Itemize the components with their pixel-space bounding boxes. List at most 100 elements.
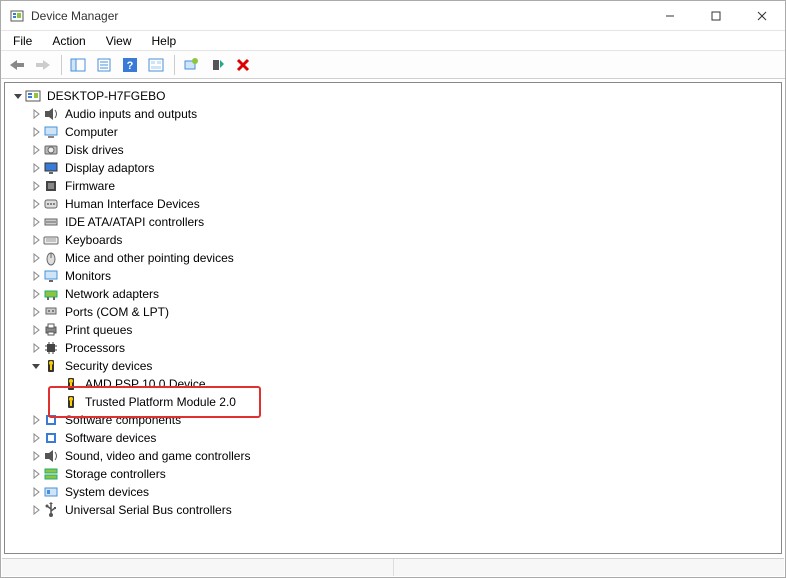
window-controls <box>647 1 785 30</box>
chevron-right-icon[interactable] <box>29 323 43 337</box>
tree-category-label: Network adapters <box>63 286 161 302</box>
tree-category-label: Mice and other pointing devices <box>63 250 236 266</box>
svg-text:?: ? <box>127 60 134 72</box>
storage-icon <box>43 466 59 482</box>
disk-icon <box>43 142 59 158</box>
monitor-icon <box>43 268 59 284</box>
chevron-right-icon[interactable] <box>29 449 43 463</box>
chevron-down-icon[interactable] <box>11 89 25 103</box>
chevron-right-icon[interactable] <box>29 413 43 427</box>
tree-category[interactable]: IDE ATA/ATAPI controllers <box>7 213 779 231</box>
toolbar-properties-button[interactable] <box>92 54 116 76</box>
tree-category[interactable]: Computer <box>7 123 779 141</box>
cpu-icon <box>43 340 59 356</box>
chevron-right-icon[interactable] <box>29 179 43 193</box>
tree-root[interactable]: DESKTOP-H7FGEBO <box>7 87 779 105</box>
chevron-right-icon[interactable] <box>29 341 43 355</box>
tree-category-label: Keyboards <box>63 232 124 248</box>
tree-category[interactable]: Security devices <box>7 357 779 375</box>
chevron-right-icon[interactable] <box>29 161 43 175</box>
chevron-right-icon[interactable] <box>29 251 43 265</box>
device-tree[interactable]: DESKTOP-H7FGEBO Audio inputs and outputs C… <box>7 87 779 519</box>
system-icon <box>43 484 59 500</box>
tree-category-label: Processors <box>63 340 127 356</box>
tree-category-label: Human Interface Devices <box>63 196 202 212</box>
tree-category[interactable]: Keyboards <box>7 231 779 249</box>
chevron-right-icon[interactable] <box>29 197 43 211</box>
minimize-button[interactable] <box>647 1 693 30</box>
menu-help[interactable]: Help <box>144 32 185 50</box>
tree-category[interactable]: Universal Serial Bus controllers <box>7 501 779 519</box>
chevron-right-icon[interactable] <box>29 503 43 517</box>
audio-icon <box>43 106 59 122</box>
tree-category-label: IDE ATA/ATAPI controllers <box>63 214 206 230</box>
status-pane <box>2 559 394 576</box>
keyboard-icon <box>43 232 59 248</box>
tree-category-label: Security devices <box>63 358 154 374</box>
chevron-right-icon[interactable] <box>29 233 43 247</box>
tree-category[interactable]: Firmware <box>7 177 779 195</box>
ide-icon <box>43 214 59 230</box>
mouse-icon <box>43 250 59 266</box>
device-tree-pane[interactable]: DESKTOP-H7FGEBO Audio inputs and outputs C… <box>4 82 782 554</box>
toolbar-uninstall-button[interactable] <box>205 54 229 76</box>
menubar: File Action View Help <box>1 31 785 51</box>
chevron-right-icon[interactable] <box>29 431 43 445</box>
tree-category[interactable]: Software devices <box>7 429 779 447</box>
menu-action[interactable]: Action <box>44 32 93 50</box>
maximize-button[interactable] <box>693 1 739 30</box>
tree-category-label: Software devices <box>63 430 158 446</box>
toolbar-disable-button[interactable] <box>231 54 255 76</box>
titlebar: Device Manager <box>1 1 785 31</box>
toolbar-back-button[interactable] <box>5 54 29 76</box>
toolbar: ? <box>1 51 785 79</box>
tree-category-label: Storage controllers <box>63 466 168 482</box>
tree-category[interactable]: Human Interface Devices <box>7 195 779 213</box>
toolbar-scan-button[interactable] <box>144 54 168 76</box>
tree-category[interactable]: System devices <box>7 483 779 501</box>
statusbar <box>2 558 784 576</box>
tree-category-label: Universal Serial Bus controllers <box>63 502 234 518</box>
tree-category-label: Display adaptors <box>63 160 156 176</box>
chevron-right-icon[interactable] <box>29 485 43 499</box>
tree-category[interactable]: Mice and other pointing devices <box>7 249 779 267</box>
chevron-down-icon[interactable] <box>29 359 43 373</box>
tree-category[interactable]: Audio inputs and outputs <box>7 105 779 123</box>
tree-category-label: Computer <box>63 124 120 140</box>
chevron-right-icon[interactable] <box>29 215 43 229</box>
tree-category[interactable]: Processors <box>7 339 779 357</box>
toolbar-console-tree-button[interactable] <box>66 54 90 76</box>
window-title: Device Manager <box>31 9 118 23</box>
menu-view[interactable]: View <box>98 32 140 50</box>
tree-category[interactable]: Ports (COM & LPT) <box>7 303 779 321</box>
tree-category[interactable]: Sound, video and game controllers <box>7 447 779 465</box>
chevron-right-icon[interactable] <box>29 125 43 139</box>
chevron-right-icon[interactable] <box>29 287 43 301</box>
tree-category[interactable]: Print queues <box>7 321 779 339</box>
tree-category-label: Disk drives <box>63 142 126 158</box>
tree-category[interactable]: Storage controllers <box>7 465 779 483</box>
menu-file[interactable]: File <box>5 32 40 50</box>
tree-category[interactable]: Display adaptors <box>7 159 779 177</box>
computer-icon <box>43 124 59 140</box>
status-pane <box>394 559 785 576</box>
chevron-right-icon[interactable] <box>29 269 43 283</box>
toolbar-help-button[interactable]: ? <box>118 54 142 76</box>
toolbar-forward-button[interactable] <box>31 54 55 76</box>
tree-root-label: DESKTOP-H7FGEBO <box>45 88 167 104</box>
tree-category[interactable]: Disk drives <box>7 141 779 159</box>
network-icon <box>43 286 59 302</box>
chevron-right-icon[interactable] <box>29 305 43 319</box>
tree-category[interactable]: Network adapters <box>7 285 779 303</box>
tree-category[interactable]: Monitors <box>7 267 779 285</box>
hid-icon <box>43 196 59 212</box>
audio-icon <box>43 448 59 464</box>
chevron-right-icon[interactable] <box>29 107 43 121</box>
chevron-right-icon[interactable] <box>29 467 43 481</box>
toolbar-update-driver-button[interactable] <box>179 54 203 76</box>
tree-category-label: Audio inputs and outputs <box>63 106 199 122</box>
tree-category-label: Ports (COM & LPT) <box>63 304 171 320</box>
chevron-right-icon[interactable] <box>29 143 43 157</box>
tree-category-label: Print queues <box>63 322 134 338</box>
close-button[interactable] <box>739 1 785 30</box>
